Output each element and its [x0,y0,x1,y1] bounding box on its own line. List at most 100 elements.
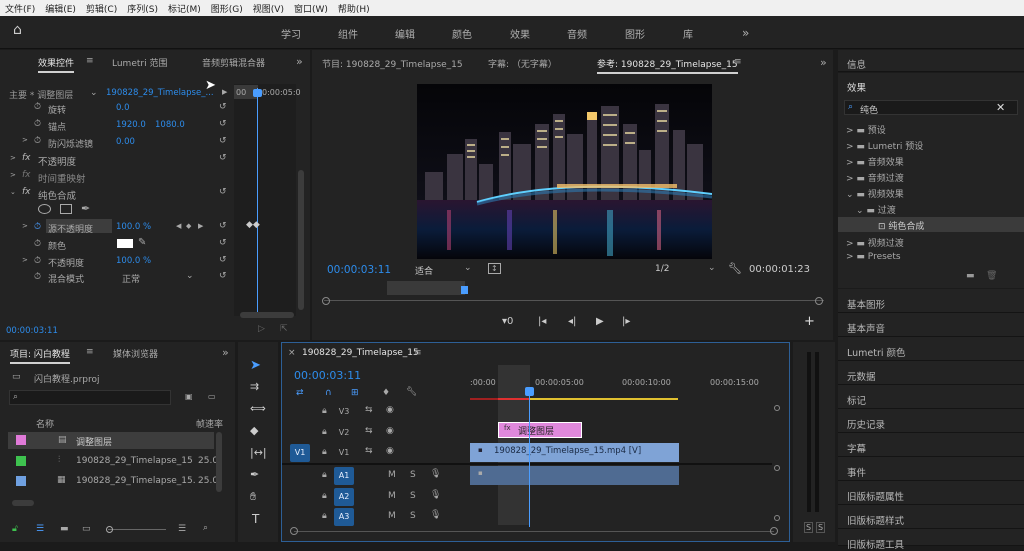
settings-box-icon[interactable]: ↕ [488,263,501,274]
fx-icon[interactable]: fx [22,153,31,163]
stopwatch-icon[interactable]: ⏱ [34,256,41,266]
rotation-value[interactable]: 0.0 [116,103,130,113]
color-swatch[interactable] [117,239,133,248]
reset-icon[interactable]: ↺ [219,153,227,163]
panel-markers[interactable]: 标记 [838,385,1024,409]
mic-icon[interactable]: 🎙︎ [430,490,441,500]
tab-effect-controls[interactable]: 效果控件 [38,56,75,73]
clear-search-icon[interactable]: ✕ [996,101,1005,114]
menu-file[interactable]: 文件(F) [0,2,40,15]
timeline-h-scroll-right[interactable] [770,527,778,535]
eye-icon[interactable]: ◉ [386,405,394,415]
menu-graphics[interactable]: 图形(G) [206,2,248,15]
source-opacity-value[interactable]: 100.0 % [116,222,151,232]
icon-view-icon[interactable]: ▬ [60,524,69,534]
reset-icon[interactable]: ↺ [219,102,227,112]
monitor-timecode[interactable]: 00:00:03:11 [327,264,391,276]
label-color-swatch[interactable] [16,435,26,445]
freeform-view-icon[interactable]: ▭ [82,524,91,534]
workspace-assembly[interactable]: 组件 [338,26,358,41]
solo-button[interactable]: S [410,491,416,501]
stopwatch-icon[interactable]: ⏱ [34,222,41,232]
tree-item-video-effects[interactable]: ⌄ ▬ 视频效果 [846,187,904,200]
menu-clip[interactable]: 剪辑(C) [81,2,122,15]
fx-icon[interactable]: fx [22,187,31,197]
delete-icon[interactable]: 🗑︎ [986,271,997,281]
find-icon[interactable]: ⌕ [203,523,208,533]
step-forward-icon[interactable]: |▸ [622,316,630,327]
panel-legacy-title-properties[interactable]: 旧版标题属性 [838,481,1024,505]
ripple-edit-tool-icon[interactable]: ⟺ [250,402,266,415]
workspace-color[interactable]: 颜色 [452,26,472,41]
solo-left-button[interactable]: S [804,522,814,533]
menu-help[interactable]: 帮助(H) [333,2,375,15]
column-name-header[interactable]: 名称 [36,417,54,430]
pen-tool-icon[interactable]: ✒ [250,468,259,481]
workspace-effects[interactable]: 效果 [510,26,530,41]
menu-edit[interactable]: 编辑(E) [40,2,81,15]
ec-scrollbar[interactable] [298,170,304,310]
ec-playhead[interactable] [257,88,258,316]
sync-lock-icon[interactable]: ⇆ [365,446,373,456]
timeline-v-scroll-mid[interactable] [774,465,780,471]
slip-tool-icon[interactable]: |↔| [250,446,267,459]
project-search-box[interactable] [9,390,171,405]
monitor-scrub-track[interactable] [324,300,824,301]
export-icon[interactable]: ⇱ [280,324,288,334]
project-h-scroll[interactable] [12,500,34,506]
solo-button[interactable]: S [410,470,416,480]
track-target-a2[interactable]: A2 [334,488,354,506]
chevron-down-icon[interactable]: ⌄ [90,88,98,98]
menu-sequence[interactable]: 序列(S) [122,2,163,15]
source-patch-v1[interactable]: V1 [290,444,310,462]
lock-icon[interactable]: 🔒︎ [322,427,327,437]
panel-essential-sound[interactable]: 基本声音 [838,313,1024,337]
lock-icon[interactable]: 🔒︎ [322,447,327,457]
mute-button[interactable]: M [388,470,396,480]
panel-menu-icon[interactable]: ≡ [734,57,742,67]
snap-icon[interactable]: ⇄ [296,388,304,398]
eye-icon[interactable]: ◉ [386,446,394,456]
mic-icon[interactable]: 🎙︎ [430,510,441,520]
scroll-left-handle[interactable] [322,297,330,305]
stopwatch-icon[interactable]: ⏱ [34,102,41,112]
monitor-work-area[interactable] [387,281,465,295]
rectangle-mask-icon[interactable] [60,204,72,214]
panel-events[interactable]: 事件 [838,457,1024,481]
clip-label[interactable]: 190828_29_Timelapse_... [106,88,214,98]
menu-window[interactable]: 窗口(W) [289,2,333,15]
panel-menu-icon[interactable]: ≡ [86,56,94,66]
stopwatch-icon[interactable]: ⏱ [34,119,41,129]
project-item-name[interactable]: 调整图层 [76,435,112,448]
workspace-more-icon[interactable]: » [742,26,749,40]
linked-selection-icon[interactable]: ⊞ [351,388,359,398]
column-framerate-header[interactable]: 帧速率 [196,417,223,430]
pen-mask-icon[interactable]: ✒ [81,202,90,215]
timeline-v-scroll-bot[interactable] [774,515,780,521]
chevron-down-icon[interactable]: ⌄ [708,263,716,273]
tab-reference[interactable]: 参考: 190828_29_Timelapse_15 [597,57,738,74]
more-panels-icon[interactable]: » [820,56,827,69]
reset-icon[interactable]: ↺ [219,255,227,265]
reset-icon[interactable]: ↺ [219,119,227,129]
filter-icon[interactable]: ▷ [258,324,265,334]
add-button-icon[interactable]: + [804,314,815,329]
track-target-v2[interactable]: V2 [334,424,354,442]
reset-icon[interactable]: ↺ [219,136,227,146]
marker-icon[interactable]: ♦ [382,388,390,398]
play-icon[interactable]: ▶ [222,88,227,96]
panel-metadata[interactable]: 元数据 [838,361,1024,385]
ec-h-scroll[interactable] [240,312,294,318]
tab-project[interactable]: 项目: 闪白教程 [10,347,70,364]
timeline-timecode[interactable]: 00:00:03:11 [294,369,361,382]
lock-icon[interactable]: 🔒︎ [322,406,327,416]
keyframe-prev-icon[interactable]: ◀ [176,222,181,230]
marker-out-icon[interactable]: ▾0 [502,316,513,327]
tree-item-audio-effects[interactable]: > ▬ 音频效果 [846,155,904,168]
expand-arrow-icon[interactable]: > [22,222,28,230]
list-view-icon[interactable]: ☰ [36,524,44,534]
step-back-icon[interactable]: ◂| [568,316,576,327]
stopwatch-icon[interactable]: ⏱ [34,136,41,146]
stopwatch-icon[interactable]: ⏱ [34,272,41,282]
chevron-down-icon[interactable]: ⌄ [186,271,194,281]
